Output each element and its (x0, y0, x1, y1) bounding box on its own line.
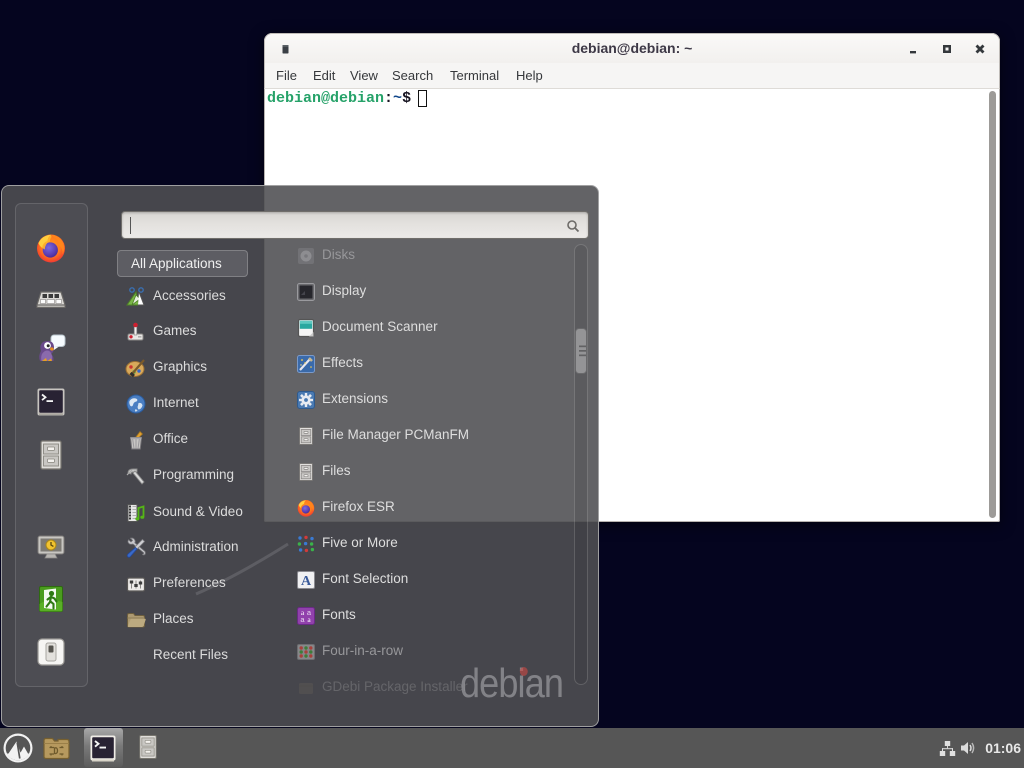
svg-text:A: A (301, 574, 312, 589)
